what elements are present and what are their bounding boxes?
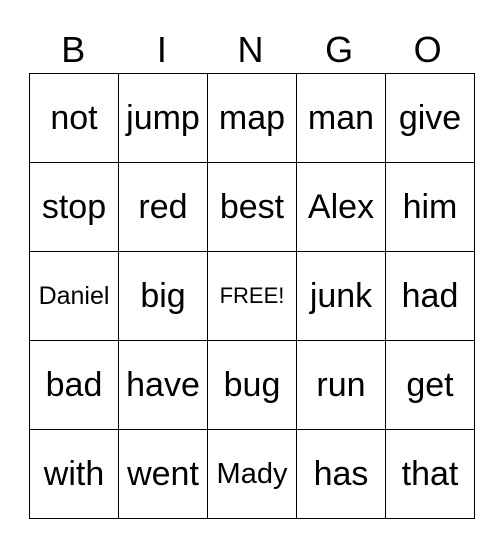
bingo-cell: give bbox=[385, 73, 475, 163]
bingo-cell: went bbox=[118, 429, 208, 519]
free-space-cell: FREE! bbox=[207, 251, 297, 341]
grid-row: bad have bug run get bbox=[29, 340, 475, 430]
bingo-cell: best bbox=[207, 162, 297, 252]
header-letter-g: G bbox=[325, 29, 354, 70]
header-letter-b: B bbox=[61, 29, 86, 70]
bingo-cell: with bbox=[29, 429, 119, 519]
bingo-cell: run bbox=[296, 340, 386, 430]
bingo-grid: not jump map man give stop red best Alex… bbox=[29, 73, 475, 519]
bingo-cell: get bbox=[385, 340, 475, 430]
bingo-cell: jump bbox=[118, 73, 208, 163]
bingo-cell: have bbox=[118, 340, 208, 430]
header-letter-n: N bbox=[237, 29, 264, 70]
bingo-cell: has bbox=[296, 429, 386, 519]
bingo-cell: junk bbox=[296, 251, 386, 341]
bingo-cell: that bbox=[385, 429, 475, 519]
bingo-cell: stop bbox=[29, 162, 119, 252]
bingo-cell: Alex bbox=[296, 162, 386, 252]
bingo-cell: man bbox=[296, 73, 386, 163]
bingo-cell: red bbox=[118, 162, 208, 252]
bingo-cell: map bbox=[207, 73, 297, 163]
bingo-cell: bug bbox=[207, 340, 297, 430]
bingo-cell: had bbox=[385, 251, 475, 341]
bingo-cell: bad bbox=[29, 340, 119, 430]
bingo-cell: Mady bbox=[207, 429, 297, 519]
grid-row: with went Mady has that bbox=[29, 429, 475, 519]
grid-row: not jump map man give bbox=[29, 73, 475, 163]
bingo-cell: Daniel bbox=[29, 251, 119, 341]
header-letter-i: I bbox=[156, 29, 167, 70]
bingo-cell: him bbox=[385, 162, 475, 252]
bingo-cell: big bbox=[118, 251, 208, 341]
grid-row: Daniel big FREE! junk had bbox=[29, 251, 475, 341]
bingo-header: B I N G O bbox=[29, 28, 472, 72]
header-letter-o: O bbox=[413, 29, 442, 70]
grid-row: stop red best Alex him bbox=[29, 162, 475, 252]
bingo-cell: not bbox=[29, 73, 119, 163]
